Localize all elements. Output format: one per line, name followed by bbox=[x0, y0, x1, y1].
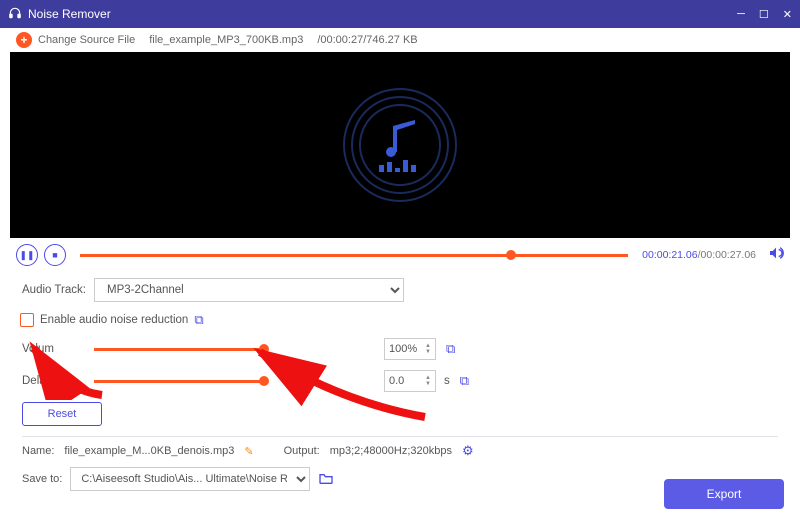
volume-stepper[interactable]: ▲▼ bbox=[425, 343, 431, 355]
volume-link-icon[interactable]: ⧉ bbox=[446, 341, 455, 357]
total-time: 00:00:27.06 bbox=[701, 249, 756, 261]
output-settings-icon[interactable]: ⚙ bbox=[462, 443, 474, 459]
audio-track-label: Audio Track: bbox=[22, 284, 94, 296]
volume-value: 100% bbox=[389, 343, 417, 355]
noise-reduction-link-icon[interactable]: ⧉ bbox=[194, 312, 203, 328]
preview-panel bbox=[10, 52, 790, 238]
app-logo: Noise Remover bbox=[8, 6, 111, 23]
divider bbox=[22, 436, 778, 437]
noise-reduction-checkbox[interactable] bbox=[20, 313, 34, 327]
open-folder-icon[interactable] bbox=[318, 471, 334, 488]
close-button[interactable]: ✕ bbox=[783, 8, 792, 21]
name-value: file_example_M...0KB_denois.mp3 bbox=[64, 445, 234, 457]
export-button[interactable]: Export bbox=[664, 479, 784, 509]
noise-reduction-label: Enable audio noise reduction bbox=[40, 314, 188, 326]
delay-link-icon[interactable]: ⧉ bbox=[460, 373, 469, 389]
app-title: Noise Remover bbox=[28, 7, 111, 21]
timeline-knob[interactable] bbox=[506, 250, 516, 260]
plus-icon: + bbox=[16, 32, 32, 48]
audio-track-select[interactable]: MP3-2Channel bbox=[94, 278, 404, 302]
delay-label: Delay: bbox=[22, 375, 94, 387]
delay-value-input[interactable]: 0.0 ▲▼ bbox=[384, 370, 436, 392]
timeline-slider[interactable] bbox=[80, 254, 628, 257]
delay-slider[interactable] bbox=[94, 380, 264, 383]
change-source-button[interactable]: + Change Source File bbox=[16, 32, 135, 48]
audio-visualizer-icon bbox=[335, 80, 465, 210]
current-time: 00:00:21.06 bbox=[642, 249, 697, 261]
source-file-name: file_example_MP3_700KB.mp3 bbox=[149, 34, 303, 46]
delay-stepper[interactable]: ▲▼ bbox=[425, 375, 431, 387]
volume-knob[interactable] bbox=[259, 344, 269, 354]
name-label: Name: bbox=[22, 445, 54, 457]
save-to-select[interactable]: C:\Aiseesoft Studio\Ais... Ultimate\Nois… bbox=[70, 467, 310, 491]
delay-value: 0.0 bbox=[389, 375, 404, 387]
volume-label: Volum bbox=[22, 343, 94, 355]
time-display: 00:00:21.06/00:00:27.06 bbox=[642, 249, 756, 261]
save-to-label: Save to: bbox=[22, 473, 62, 485]
stop-button[interactable]: ■ bbox=[44, 244, 66, 266]
volume-icon[interactable] bbox=[768, 245, 784, 266]
delay-unit: s bbox=[444, 375, 450, 387]
maximize-button[interactable]: ☐ bbox=[759, 8, 769, 21]
delay-knob[interactable] bbox=[259, 376, 269, 386]
volume-slider[interactable] bbox=[94, 348, 264, 351]
minimize-button[interactable]: ─ bbox=[737, 8, 745, 20]
source-file-meta: /00:00:27/746.27 KB bbox=[317, 34, 417, 46]
headphones-icon bbox=[8, 6, 22, 23]
reset-button[interactable]: Reset bbox=[22, 402, 102, 426]
change-source-label: Change Source File bbox=[38, 34, 135, 46]
output-value: mp3;2;48000Hz;320kbps bbox=[330, 445, 452, 457]
edit-name-icon[interactable]: ✎ bbox=[244, 445, 253, 458]
pause-button[interactable]: ❚❚ bbox=[16, 244, 38, 266]
volume-value-input[interactable]: 100% ▲▼ bbox=[384, 338, 436, 360]
output-label: Output: bbox=[284, 445, 320, 457]
